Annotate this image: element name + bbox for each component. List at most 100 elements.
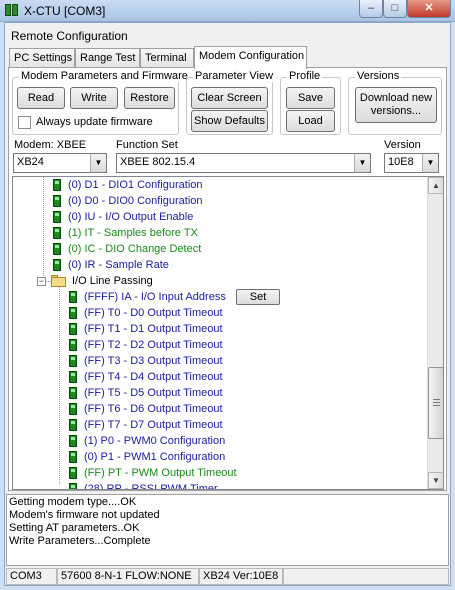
tree-line — [59, 282, 60, 484]
chevron-down-icon: ▼ — [422, 154, 438, 172]
tree-row[interactable]: (0) IU - I/O Output Enable — [53, 209, 413, 225]
tree-row[interactable]: (1) P0 - PWM0 Configuration — [69, 433, 419, 449]
download-label-line1: Download new — [359, 92, 433, 104]
tree-row[interactable]: (FF) PT - PWM Output Timeout — [69, 465, 419, 481]
parameter-icon — [69, 339, 77, 351]
parameter-view-group: Parameter View Clear Screen Show Default… — [186, 70, 276, 135]
download-new-versions-button[interactable]: Download new versions... — [355, 87, 437, 123]
folder-open-icon — [51, 275, 67, 287]
always-update-firmware-label: Always update firmware — [36, 116, 153, 128]
status-port: COM3 — [6, 568, 57, 585]
window-title: X-CTU [COM3] — [24, 4, 106, 18]
parameter-icon — [53, 243, 61, 255]
status-bar: COM3 57600 8-N-1 FLOW:NONE XB24 Ver:10E8 — [6, 568, 449, 585]
tree-row[interactable]: (FF) T1 - D1 Output Timeout — [69, 321, 419, 337]
tree-row[interactable]: (0) D0 - DIO0 Configuration — [53, 193, 413, 209]
parameter-icon — [69, 483, 77, 489]
tree-row[interactable]: (FF) T4 - D4 Output Timeout — [69, 369, 419, 385]
title-bar: X-CTU [COM3] – □ ✕ — [0, 0, 455, 22]
parameter-icon — [69, 323, 77, 335]
tree-row[interactable]: (0) P1 - PWM1 Configuration — [69, 449, 419, 465]
version-label: Version — [384, 139, 421, 151]
io-line-passing-folder[interactable]: − I/O Line Passing — [37, 273, 397, 289]
parameter-icon — [69, 467, 77, 479]
status-empty — [283, 568, 449, 585]
function-set-select[interactable]: XBEE 802.15.4 ▼ — [116, 153, 371, 173]
versions-group-title: Versions — [355, 70, 402, 82]
save-button[interactable]: Save — [286, 87, 335, 109]
status-log: Getting modem type....OK Modem's firmwar… — [6, 494, 449, 566]
scrollbar-thumb[interactable] — [428, 367, 443, 439]
set-button[interactable]: Set — [236, 289, 280, 305]
tab-terminal[interactable]: Terminal — [140, 48, 194, 68]
version-select[interactable]: 10E8 ▼ — [384, 153, 439, 173]
parameter-icon — [69, 403, 77, 415]
modem-parameters-group: Modem Parameters and Firmware Read Write… — [12, 70, 190, 135]
minimize-button[interactable]: – — [359, 0, 383, 18]
parameter-icon — [53, 179, 61, 191]
parameter-icon — [53, 211, 61, 223]
parameter-view-group-title: Parameter View — [193, 70, 276, 82]
status-modem: XB24 Ver:10E8 — [199, 568, 283, 585]
profile-group: Profile Save Load — [280, 70, 341, 135]
modem-label: Modem: XBEE — [14, 139, 87, 151]
tree-row[interactable]: (1) IT - Samples before TX — [53, 225, 413, 241]
status-settings: 57600 8-N-1 FLOW:NONE — [57, 568, 199, 585]
modem-parameters-group-title: Modem Parameters and Firmware — [19, 70, 190, 82]
write-button[interactable]: Write — [70, 87, 118, 109]
main-window-client: Remote Configuration PC Settings Range T… — [4, 22, 451, 586]
load-button[interactable]: Load — [286, 110, 335, 132]
xctu-app-icon — [5, 4, 19, 16]
tree-row[interactable]: (FF) T5 - D5 Output Timeout — [69, 385, 419, 401]
tree-row[interactable]: (FFFF) IA - I/O Input Address Set — [69, 289, 419, 305]
function-set-label: Function Set — [116, 139, 178, 151]
always-update-firmware-checkbox[interactable] — [18, 116, 31, 129]
log-line: Modem's firmware not updated — [9, 509, 160, 521]
scroll-down-icon[interactable]: ▼ — [428, 472, 443, 489]
clear-screen-button[interactable]: Clear Screen — [191, 87, 268, 109]
download-label-line2: versions... — [370, 105, 422, 117]
parameter-icon — [53, 195, 61, 207]
tab-modem-configuration[interactable]: Modem Configuration — [194, 46, 307, 69]
versions-group: Versions Download new versions... — [348, 70, 442, 135]
log-line: Write Parameters...Complete — [9, 535, 151, 547]
chevron-down-icon: ▼ — [354, 154, 370, 172]
scroll-up-icon[interactable]: ▲ — [428, 177, 443, 194]
tree-vertical-scrollbar[interactable]: ▲ ▼ — [427, 177, 443, 489]
parameter-icon — [53, 227, 61, 239]
maximize-button[interactable]: □ — [383, 0, 407, 18]
show-defaults-button[interactable]: Show Defaults — [191, 110, 268, 132]
parameter-tree-viewport: (0) D1 - DIO1 Configuration (0) D0 - DIO… — [13, 177, 427, 489]
tab-range-test[interactable]: Range Test — [75, 48, 140, 68]
tree-row[interactable]: (FF) T0 - D0 Output Timeout — [69, 305, 419, 321]
parameter-tree: (0) D1 - DIO1 Configuration (0) D0 - DIO… — [12, 176, 444, 490]
tree-row[interactable]: (FF) T7 - D7 Output Timeout — [69, 417, 419, 433]
parameter-icon — [69, 371, 77, 383]
tree-line — [43, 177, 44, 282]
tree-row[interactable]: (0) D1 - DIO1 Configuration — [53, 177, 413, 193]
tree-row[interactable]: (FF) T2 - D2 Output Timeout — [69, 337, 419, 353]
tab-pc-settings[interactable]: PC Settings — [9, 48, 75, 68]
tree-row[interactable]: (FF) T6 - D6 Output Timeout — [69, 401, 419, 417]
collapse-icon[interactable]: − — [37, 277, 46, 286]
tree-row[interactable]: (28) RP - RSSI PWM Timer — [69, 481, 419, 489]
remote-configuration-label: Remote Configuration — [11, 29, 128, 43]
close-button[interactable]: ✕ — [407, 0, 451, 18]
parameter-icon — [69, 387, 77, 399]
modem-select-value: XB24 — [17, 156, 44, 168]
parameter-icon — [69, 307, 77, 319]
restore-button[interactable]: Restore — [124, 87, 175, 109]
tree-row[interactable]: (0) IC - DIO Change Detect — [53, 241, 413, 257]
modem-select[interactable]: XB24 ▼ — [13, 153, 107, 173]
version-select-value: 10E8 — [388, 156, 414, 168]
tree-row[interactable]: (FF) T3 - D3 Output Timeout — [69, 353, 419, 369]
parameter-icon — [69, 419, 77, 431]
folder-label: I/O Line Passing — [72, 275, 153, 287]
chevron-down-icon: ▼ — [90, 154, 106, 172]
parameter-icon — [69, 435, 77, 447]
log-line: Getting modem type....OK — [9, 496, 137, 508]
read-button[interactable]: Read — [17, 87, 65, 109]
profile-group-title: Profile — [287, 70, 323, 82]
tree-row[interactable]: (0) IR - Sample Rate — [53, 257, 413, 273]
function-set-select-value: XBEE 802.15.4 — [120, 156, 196, 168]
